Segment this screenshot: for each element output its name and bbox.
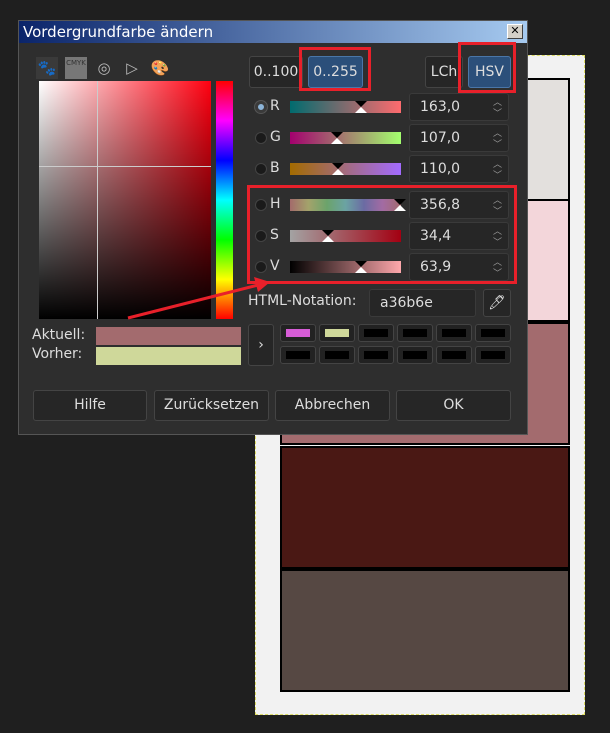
annotation-arrow [127, 277, 270, 320]
